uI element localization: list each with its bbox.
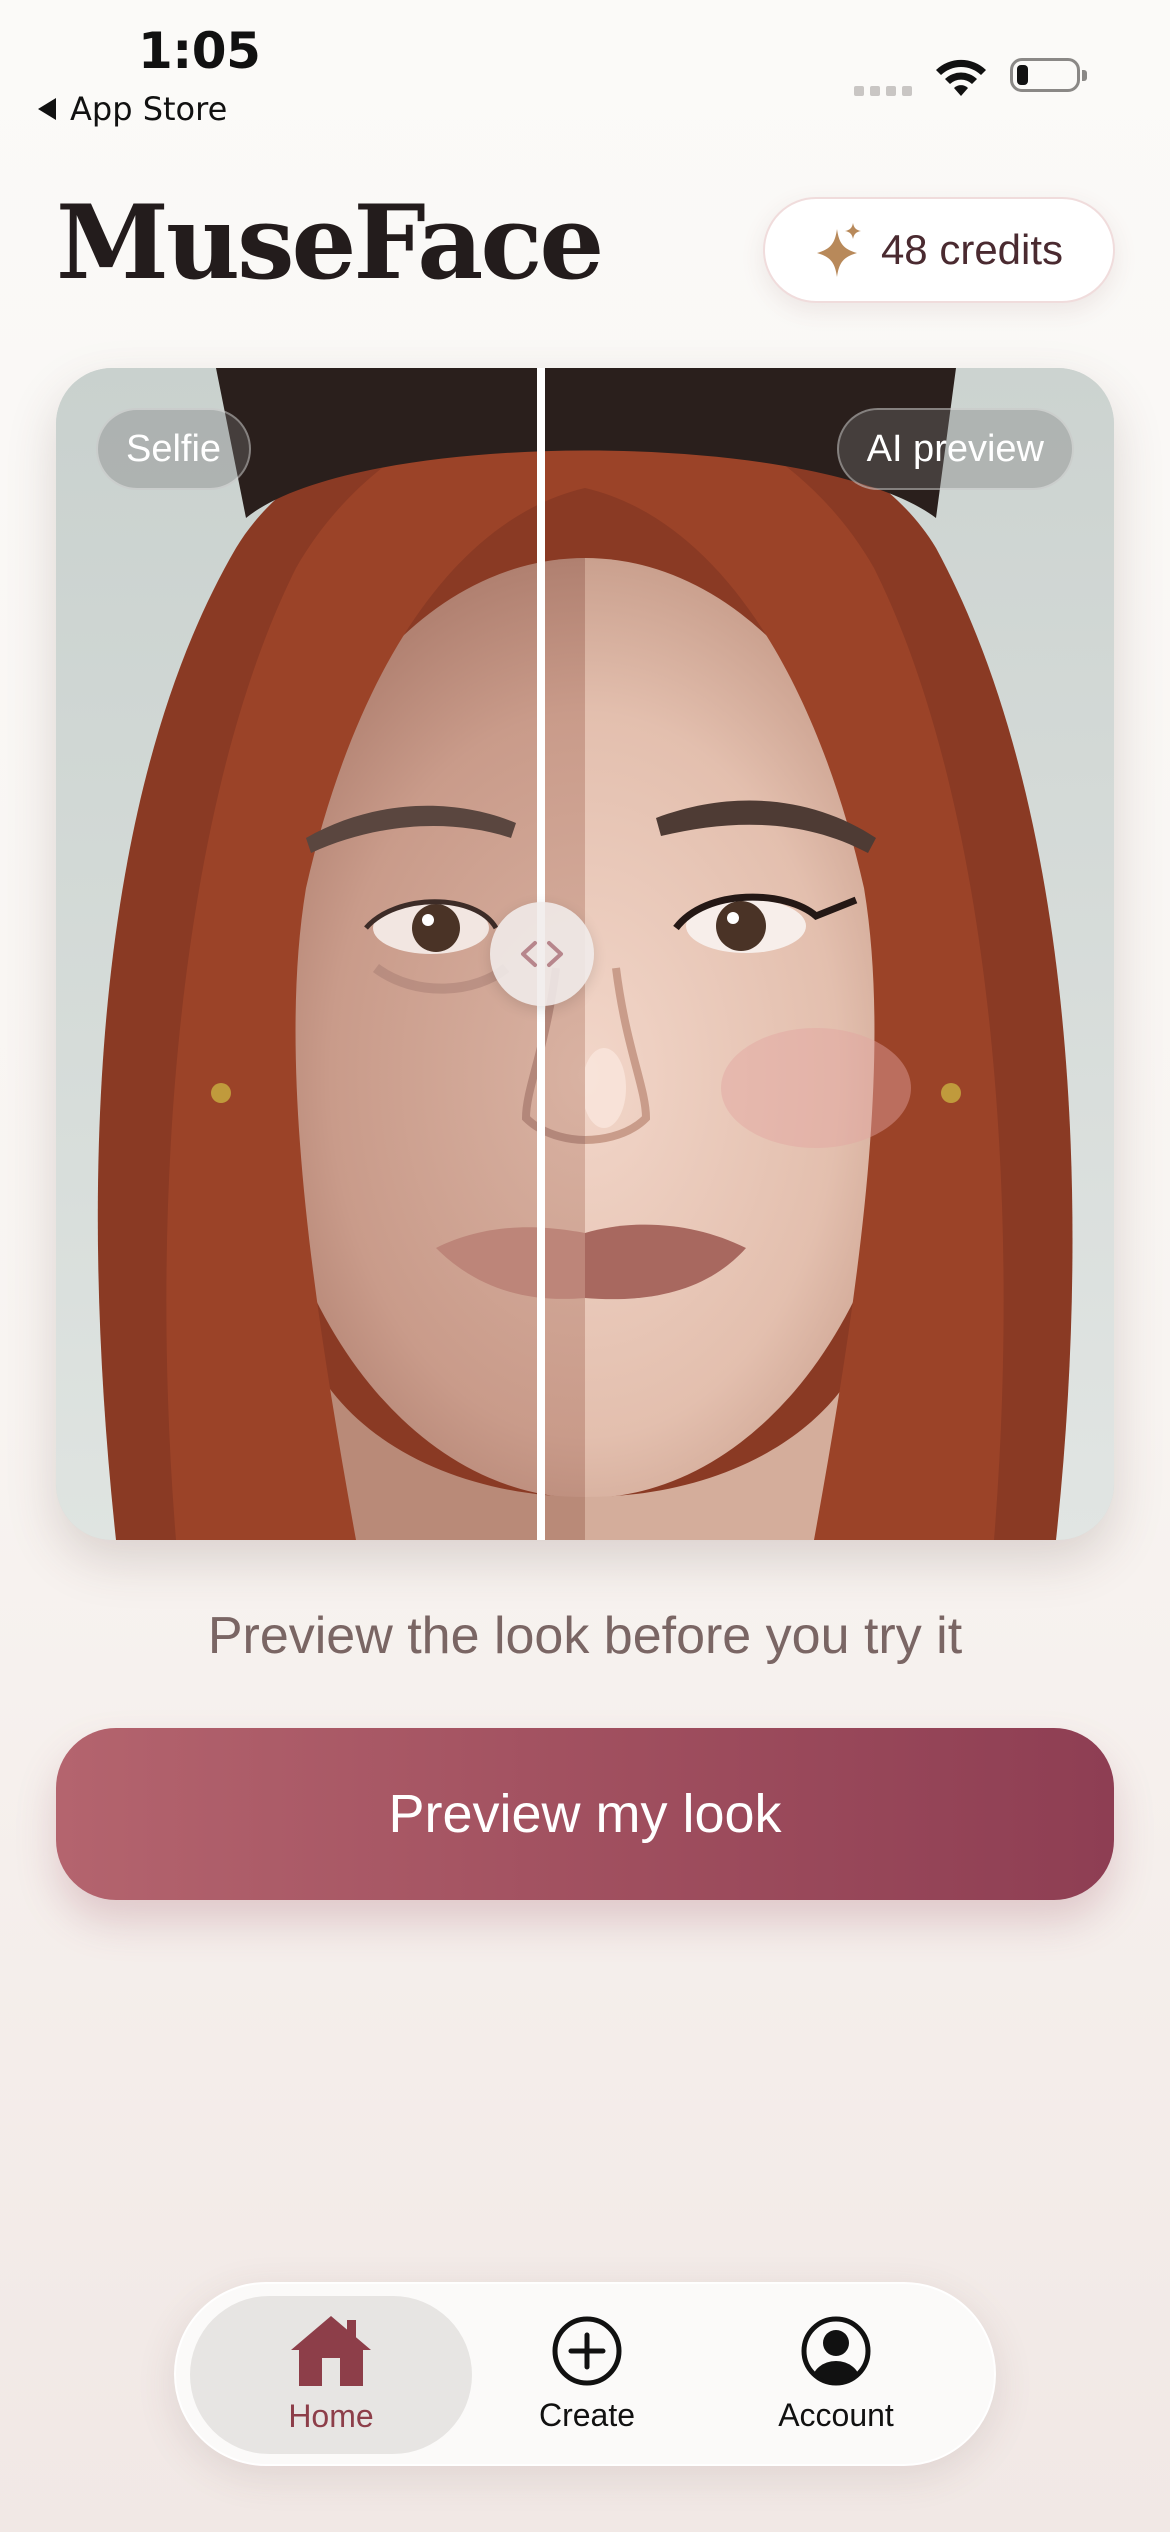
account-icon [801, 2316, 871, 2385]
back-arrow-icon [38, 98, 56, 120]
selfie-badge: Selfie [96, 408, 252, 490]
before-after-compare[interactable]: Selfie AI preview [56, 368, 1114, 1540]
wifi-icon [936, 59, 986, 96]
ai-preview-badge: AI preview [836, 408, 1074, 490]
cellular-signal-icon [854, 86, 912, 96]
compare-slider-handle[interactable] [490, 902, 594, 1006]
back-app-label: App Store [70, 90, 228, 128]
back-to-app-store[interactable]: App Store [38, 90, 227, 128]
sparkle-icon [816, 223, 861, 277]
tab-create-label: Create [538, 2396, 636, 2433]
tagline: Preview the look before you try it [207, 1607, 963, 1665]
plus-circle-icon [552, 2316, 622, 2385]
ai-preview-image [585, 368, 1114, 1540]
status-time: 1:05 [138, 22, 261, 80]
tab-home-label: Home [288, 2397, 374, 2434]
credits-label: 48 credits [880, 226, 1064, 273]
tab-bar: Home Create Account [174, 2282, 996, 2466]
preview-my-look-button[interactable]: Preview my look [56, 1728, 1114, 1900]
home-icon [291, 2315, 371, 2386]
app-title: MuseFace [56, 183, 604, 303]
tab-account[interactable]: Account [736, 2284, 936, 2464]
tab-create[interactable]: Create [500, 2284, 674, 2464]
credits-button[interactable]: 48 credits [763, 197, 1115, 303]
battery-icon [1010, 58, 1087, 92]
tab-home[interactable]: Home [190, 2284, 472, 2464]
drag-arrows-icon [521, 941, 563, 967]
tab-account-label: Account [778, 2396, 894, 2433]
